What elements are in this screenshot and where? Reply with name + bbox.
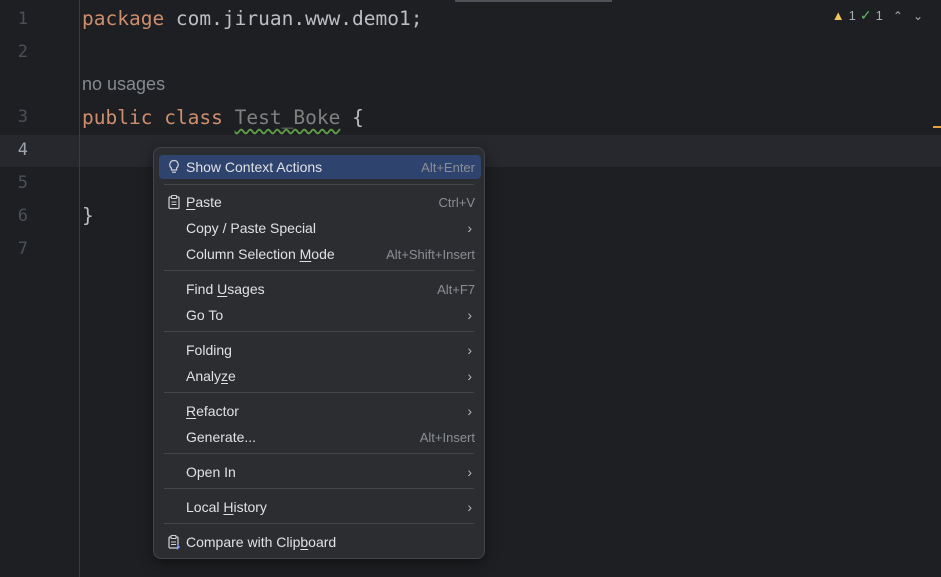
menu-item-compare-with-clipboard[interactable]: Compare with Clipboard [159, 530, 481, 554]
line-number: 2 [17, 42, 28, 62]
line-number-gutter[interactable]: 1 2 3 4 5 6 7 [0, 0, 80, 577]
clipboard-icon [168, 194, 180, 210]
menu-item-show-context-actions[interactable]: Show Context Actions Alt+Enter [159, 155, 481, 179]
menu-item-go-to[interactable]: Go To › [159, 303, 481, 327]
error-stripe-marker[interactable] [933, 126, 941, 128]
lightbulb-icon [169, 159, 179, 173]
menu-separator [164, 488, 474, 489]
class-name: Test_Boke [234, 106, 341, 129]
package-name: com.jiruan.www.demo1; [164, 7, 423, 30]
menu-separator [164, 184, 474, 185]
code-line-3[interactable]: public class Test_Boke { [82, 106, 364, 130]
keyword: package [82, 7, 165, 30]
line-number: 6 [17, 206, 28, 226]
compare-clipboard-icon [168, 534, 181, 550]
chevron-right-icon: › [467, 307, 472, 323]
menu-separator [164, 523, 474, 524]
chevron-right-icon: › [467, 499, 472, 515]
code-line-6[interactable]: } [82, 204, 94, 228]
menu-item-find-usages[interactable]: Find Usages Alt+F7 [159, 277, 481, 301]
chevron-right-icon: › [467, 368, 472, 384]
check-icon: ✓ [859, 7, 872, 23]
scroll-indicator [455, 0, 612, 2]
menu-separator [164, 453, 474, 454]
chevron-up-icon[interactable]: ⌃ [893, 9, 903, 23]
usages-hint[interactable]: no usages [82, 74, 165, 95]
chevron-right-icon: › [467, 403, 472, 419]
menu-item-paste[interactable]: Paste Ctrl+V [159, 190, 481, 214]
menu-item-copy-paste-special[interactable]: Copy / Paste Special › [159, 216, 481, 240]
code-line-1[interactable]: package com.jiruan.www.demo1; [82, 7, 422, 31]
ok-count: 1 [875, 8, 883, 23]
menu-item-refactor[interactable]: Refactor › [159, 399, 481, 423]
menu-item-column-selection-mode[interactable]: Column Selection Mode Alt+Shift+Insert [159, 242, 481, 266]
menu-separator [164, 392, 474, 393]
warning-count: 1 [848, 8, 856, 23]
warning-icon: ▲ [831, 8, 845, 23]
menu-item-generate[interactable]: Generate... Alt+Insert [159, 425, 481, 449]
inspection-widget[interactable]: ▲ 1 ✓ 1 ⌃ ⌄ [832, 7, 923, 24]
chevron-right-icon: › [467, 220, 472, 236]
menu-item-local-history[interactable]: Local History › [159, 495, 481, 519]
menu-item-analyze[interactable]: Analyze › [159, 364, 481, 388]
line-number: 7 [17, 239, 28, 259]
chevron-down-icon[interactable]: ⌄ [913, 9, 923, 23]
menu-separator [164, 331, 474, 332]
menu-item-folding[interactable]: Folding › [159, 338, 481, 362]
chevron-right-icon: › [467, 464, 472, 480]
line-number: 1 [17, 9, 28, 29]
line-number: 4 [17, 140, 28, 160]
line-number: 3 [17, 107, 28, 127]
menu-item-open-in[interactable]: Open In › [159, 460, 481, 484]
menu-separator [164, 270, 474, 271]
line-number: 5 [17, 173, 28, 193]
keyword: class [164, 106, 223, 129]
context-menu: Show Context Actions Alt+Enter Paste Ctr… [153, 147, 485, 559]
open-brace: { [352, 106, 364, 129]
keyword: public [82, 106, 153, 129]
chevron-right-icon: › [467, 342, 472, 358]
